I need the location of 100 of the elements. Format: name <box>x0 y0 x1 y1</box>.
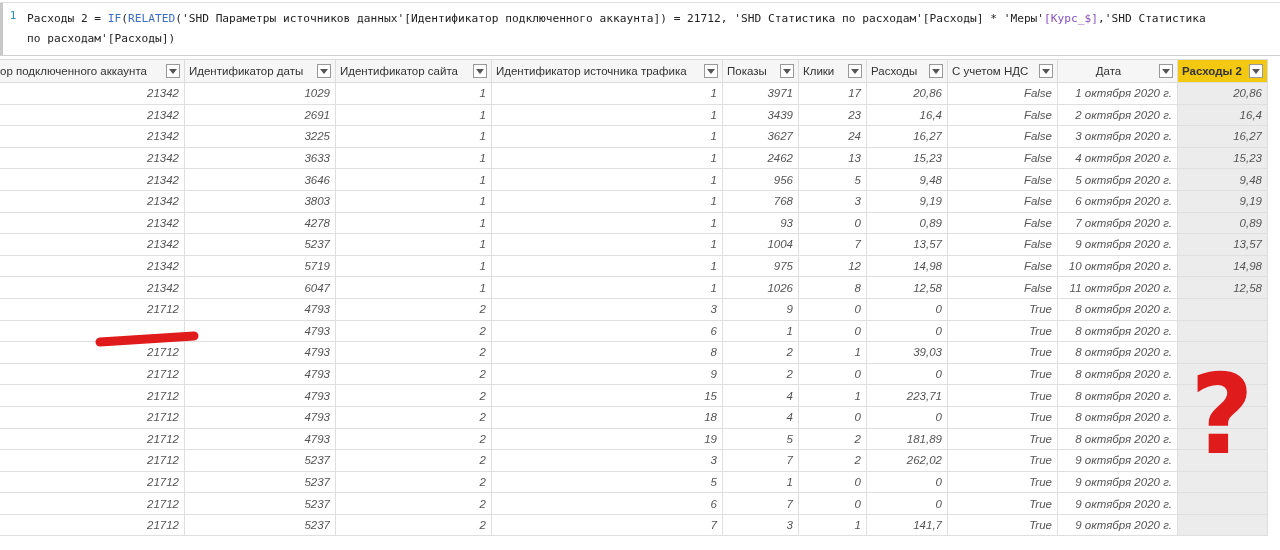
table-cell: 24 <box>848 130 861 143</box>
column-header[interactable]: Идентификатор даты <box>184 59 336 83</box>
table-cell: 23 <box>848 108 861 121</box>
table-cell: 2 <box>479 346 486 359</box>
table-cell: 8 октября 2020 г. <box>1075 389 1172 402</box>
table-cell: 3803 <box>304 195 330 208</box>
table-cell: 21342 <box>147 108 179 121</box>
table-cell: 2 <box>786 368 793 380</box>
column-header[interactable]: С учетом НДС <box>947 59 1058 83</box>
table-cell: 8 <box>854 281 861 294</box>
table-cell: 975 <box>773 260 793 273</box>
table-cell: 21342 <box>147 173 179 186</box>
table-cell: 13,57 <box>1233 238 1262 251</box>
formula-line: по расходам'[Расходы]) <box>27 31 176 47</box>
table-cell: 1 <box>854 519 861 532</box>
table-cell: 956 <box>773 173 793 186</box>
table-cell: 2 <box>479 411 486 424</box>
dropdown-icon[interactable] <box>1159 64 1173 78</box>
table-cell: 0 <box>854 216 861 229</box>
table-cell: 5 <box>786 432 793 445</box>
table-cell: 2691 <box>304 108 330 121</box>
dropdown-icon[interactable] <box>704 64 718 78</box>
table-cell: 5237 <box>304 476 330 488</box>
table-cell: 7 <box>710 519 717 532</box>
table-cell: 9 октября 2020 г. <box>1075 476 1172 488</box>
column-label: Расходы 2 <box>1182 65 1243 77</box>
table-cell: 1 <box>786 324 793 337</box>
column-header[interactable]: Идентификатор сайта <box>335 59 492 83</box>
dropdown-icon[interactable] <box>166 64 180 78</box>
column-label: Клики <box>803 65 836 77</box>
table-cell: 3627 <box>767 130 793 143</box>
table-cell: 17 <box>848 87 861 100</box>
dropdown-icon[interactable] <box>780 64 794 78</box>
dropdown-icon[interactable] <box>473 64 487 78</box>
table-cell: 181,89 <box>906 432 942 445</box>
table-cell: 6 октября 2020 г. <box>1075 195 1172 208</box>
table-cell: 8 октября 2020 г. <box>1075 324 1172 337</box>
table-cell: 1 <box>854 346 861 359</box>
dropdown-icon[interactable] <box>1249 64 1263 78</box>
table-cell: 21342 <box>147 152 179 165</box>
table-cell: 8 октября 2020 г. <box>1075 368 1172 380</box>
table-cell: 2 <box>479 497 486 510</box>
table-cell: 12 <box>848 260 861 273</box>
table-cell: 5237 <box>304 454 330 467</box>
column-header[interactable]: Клики <box>798 59 867 83</box>
table-cell: 15,23 <box>1233 152 1262 165</box>
dropdown-icon[interactable] <box>929 64 943 78</box>
formula-bar[interactable]: 1 Расходы 2 = IF(RELATED('SHD Параметры источников данных'[Идентификатор подключенного аккаунта]) = 21712, 'SHD Статистика по расходам'[Расходы] * 'Меры'[Курс_$],'SHD Статистика по расходам'[Расходы]) <box>0 2 1280 56</box>
table-cell: 1 <box>710 173 717 186</box>
table-cell: 3225 <box>304 130 330 143</box>
column-label: Показы <box>727 65 768 77</box>
table-cell: 2462 <box>767 152 793 165</box>
table-cell: 21712 <box>147 368 179 380</box>
table-cell: True <box>1029 411 1052 424</box>
table-cell: 2 <box>854 454 861 467</box>
column-header[interactable]: Расходы 2 <box>1177 59 1268 83</box>
table-cell: 3633 <box>304 152 330 165</box>
table-cell: 9 октября 2020 г. <box>1075 497 1172 510</box>
table-cell: 21342 <box>147 130 179 143</box>
table-cell: 1 <box>479 108 486 121</box>
table-cell: 1 <box>710 260 717 273</box>
table-cell: 21712 <box>147 476 179 488</box>
table-cell: 2 <box>479 432 486 445</box>
table-cell: 9,19 <box>1239 195 1262 208</box>
table-cell: 4 <box>786 389 793 402</box>
table-cell: 8 октября 2020 г. <box>1075 411 1172 424</box>
table-cell: 7 <box>786 454 793 467</box>
dropdown-icon[interactable] <box>848 64 862 78</box>
table-cell: 11 октября 2020 г. <box>1069 281 1172 294</box>
column-header[interactable]: Идентификатор источника трафика <box>491 59 723 83</box>
column-header[interactable]: Дата <box>1057 59 1178 83</box>
table-cell: 4793 <box>304 432 330 445</box>
table-cell: 3971 <box>767 87 793 100</box>
column-label: С учетом НДС <box>952 65 1030 77</box>
table-cell: 12,58 <box>1233 281 1262 294</box>
column-header[interactable]: Расходы <box>866 59 948 83</box>
table-cell: 2 октября 2020 г. <box>1075 108 1172 121</box>
table-cell: 1029 <box>304 87 330 100</box>
table-cell: 1 <box>479 260 486 273</box>
column-header[interactable]: Показы <box>722 59 799 83</box>
table-cell: 13,57 <box>913 238 942 251</box>
formula-line: Расходы 2 = IF(RELATED('SHD Параметры источников данных'[Идентификатор подключенного аккаунта]) = 21712, 'SHD Статистика по расходам'[Расходы] * 'Меры'[Курс_$],'SHD Статистика <box>27 11 1206 27</box>
line-number: 1 <box>0 3 23 55</box>
table-cell: 0 <box>935 324 942 337</box>
table-cell: 0 <box>935 303 942 316</box>
column-header[interactable]: ор подключенного аккаунта <box>0 59 185 83</box>
table-cell: 8 октября 2020 г. <box>1075 432 1172 445</box>
column-label: Расходы <box>871 65 919 77</box>
table-cell: 3646 <box>304 173 330 186</box>
table-cell: 1004 <box>767 238 793 251</box>
dropdown-icon[interactable] <box>1039 64 1053 78</box>
table-cell: 39,03 <box>913 346 942 359</box>
dropdown-icon[interactable] <box>317 64 331 78</box>
table-cell: 5237 <box>304 238 330 251</box>
table-cell: 2 <box>854 432 861 445</box>
table-cell: 4278 <box>304 216 330 229</box>
table-cell: 21342 <box>147 260 179 273</box>
table-cell: 1 октября 2020 г. <box>1075 87 1172 100</box>
table-cell: 9,48 <box>1239 173 1262 186</box>
table-cell: False <box>1023 87 1052 100</box>
